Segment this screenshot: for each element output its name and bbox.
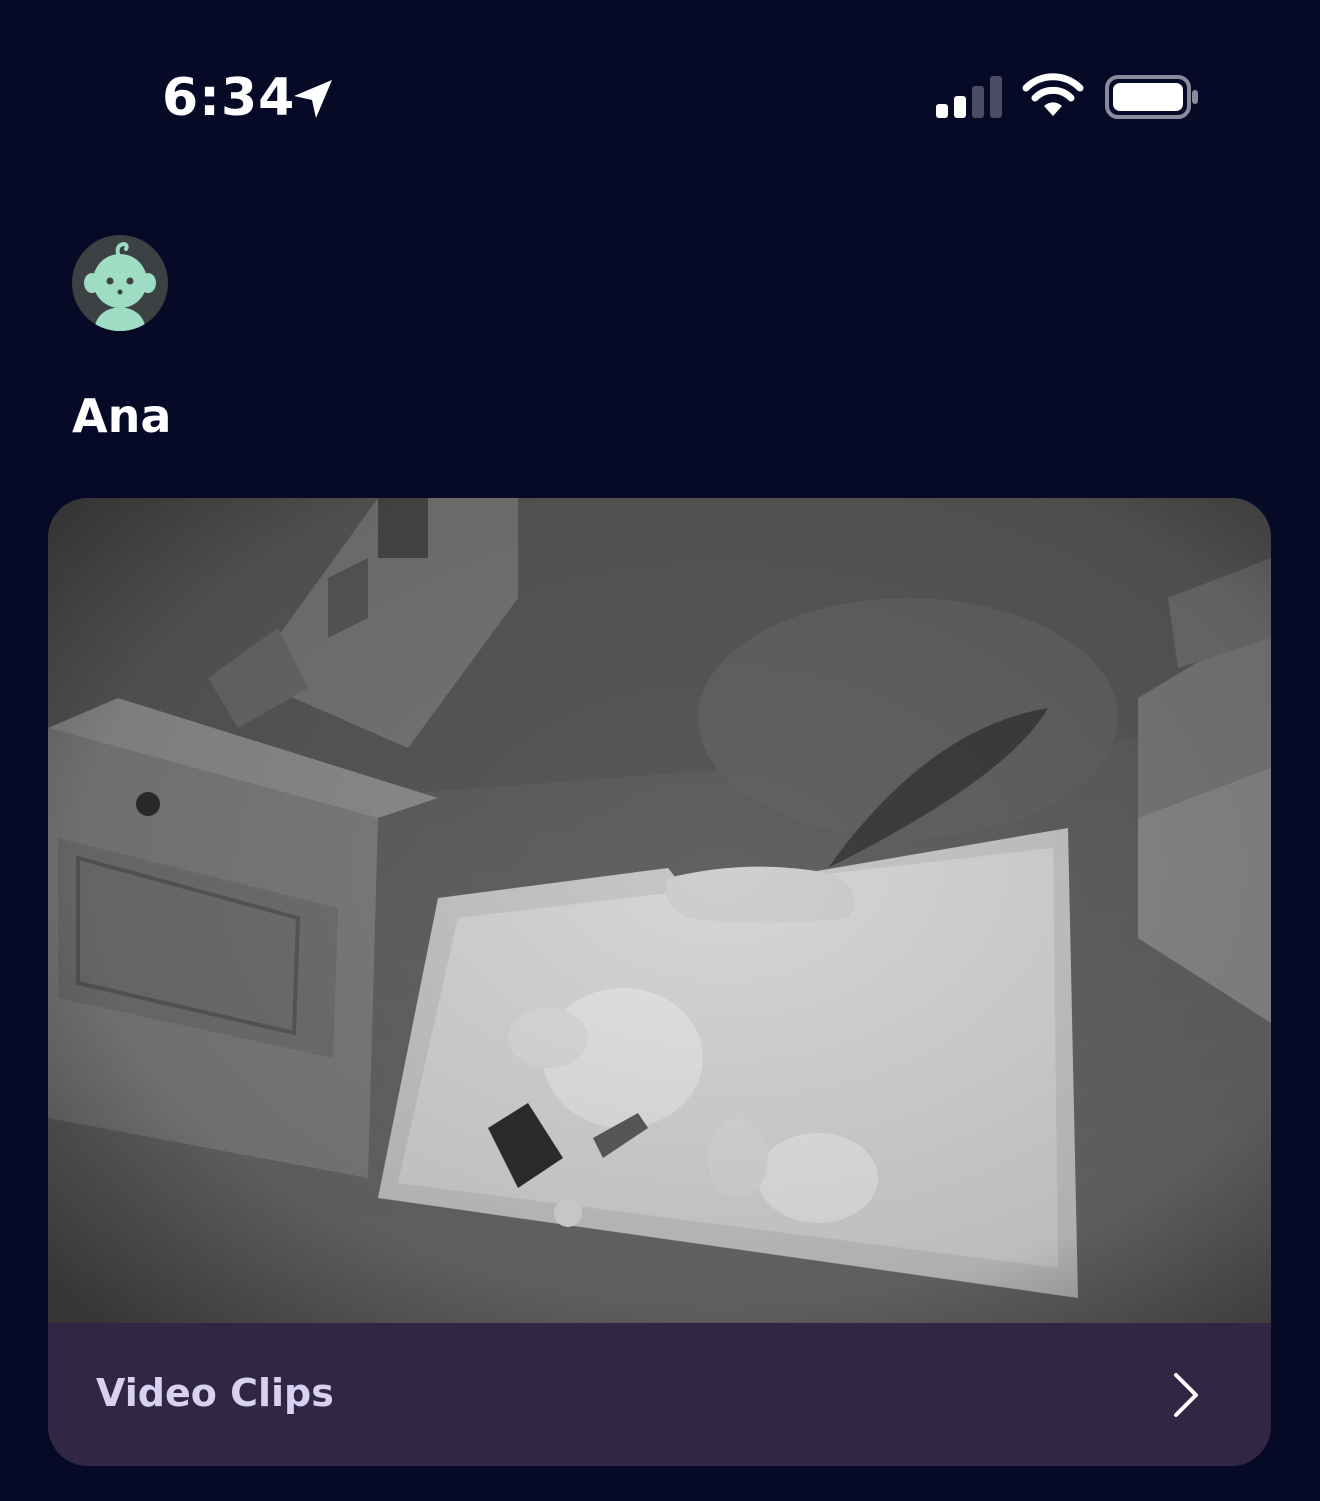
location-arrow-icon — [294, 80, 332, 118]
camera-feed[interactable] — [48, 498, 1271, 1323]
video-clips-label: Video Clips — [96, 1371, 334, 1415]
avatar[interactable] — [72, 235, 168, 331]
status-bar: 6:34 — [0, 0, 1320, 200]
battery-icon — [1105, 75, 1198, 119]
camera-card[interactable]: Video Clips — [48, 498, 1271, 1466]
video-clips-button[interactable]: Video Clips — [48, 1323, 1271, 1466]
nursery-camera-image — [48, 498, 1271, 1323]
child-name: Ana — [72, 389, 172, 443]
status-time: 6:34 — [162, 68, 296, 128]
chevron-right-icon — [1174, 1373, 1198, 1417]
wifi-icon — [1022, 73, 1084, 116]
baby-face-icon — [84, 241, 156, 331]
cellular-signal-icon — [936, 76, 1002, 118]
